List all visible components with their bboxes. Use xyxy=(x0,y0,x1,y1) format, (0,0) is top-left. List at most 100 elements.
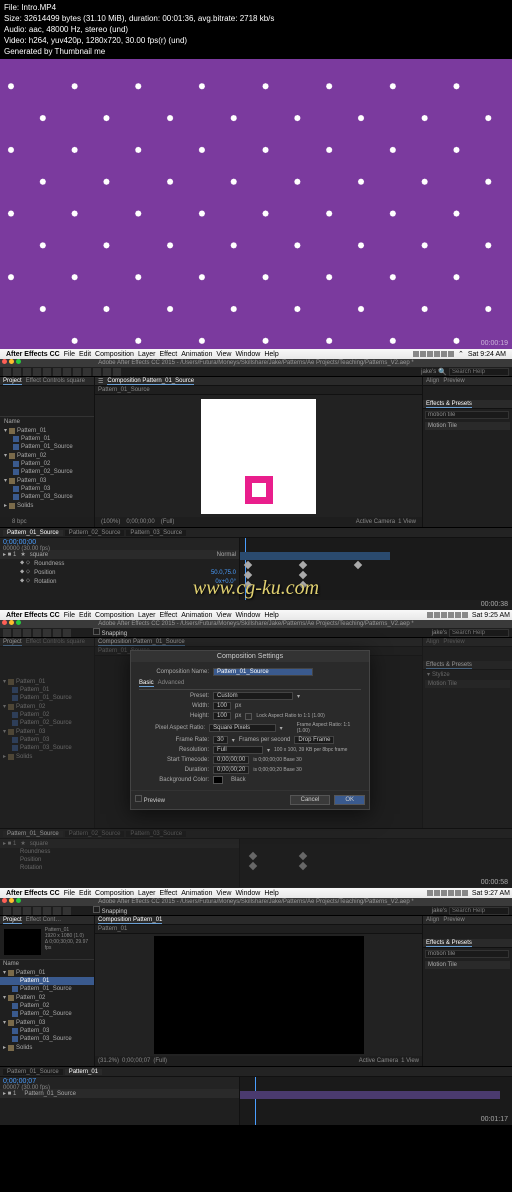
folder-pattern-02[interactable]: ▾Pattern_02 xyxy=(1,451,93,460)
menu-view[interactable]: View xyxy=(216,612,231,619)
comp-pattern-03[interactable]: Pattern_03 xyxy=(1,485,93,493)
clock[interactable]: Sat 9:27 AM xyxy=(472,890,510,897)
app-name[interactable]: After Effects CC xyxy=(6,351,60,358)
effects-presets-tab[interactable]: Effects & Presets xyxy=(426,940,472,947)
zoom-level[interactable]: (31.2%) xyxy=(98,1058,119,1064)
dropframe-select[interactable]: Drop Frame xyxy=(294,736,334,744)
folder-solids[interactable]: ▸Solids xyxy=(1,501,93,510)
menu-window[interactable]: Window xyxy=(235,351,260,358)
resolution-select[interactable]: Full xyxy=(213,746,263,754)
tool-zoom[interactable] xyxy=(23,368,31,376)
tl-tab-3[interactable]: Pattern_03_Source xyxy=(126,831,186,837)
effect-controls-tab[interactable]: Effect Controls square xyxy=(26,639,85,645)
comp-pattern-01[interactable]: Pattern_01 xyxy=(0,686,94,694)
search-help-input[interactable] xyxy=(449,907,509,915)
menu-edit[interactable]: Edit xyxy=(79,351,91,358)
comp-viewer[interactable] xyxy=(95,934,422,1056)
align-tab[interactable]: Align xyxy=(426,639,439,645)
tool-clone[interactable] xyxy=(103,368,111,376)
menu-view[interactable]: View xyxy=(216,890,231,897)
chevron-down-icon[interactable]: ▾ xyxy=(267,747,270,754)
project-tab[interactable]: Project xyxy=(3,917,22,924)
comp-pattern-02[interactable]: Pattern_02 xyxy=(1,460,93,468)
comp-name-label[interactable]: Pattern_01_Source xyxy=(98,387,150,393)
menu-layer[interactable]: Layer xyxy=(138,890,156,897)
chevron-down-icon[interactable]: ▾ xyxy=(280,725,283,732)
menu-file[interactable]: File xyxy=(64,890,75,897)
clock[interactable]: Sat 9:24 AM xyxy=(468,351,506,358)
tool-hand[interactable] xyxy=(13,629,21,637)
align-tab[interactable]: Align xyxy=(426,378,439,384)
menu-help[interactable]: Help xyxy=(264,890,278,897)
duration-input[interactable]: 0;00;00;20 xyxy=(213,766,249,774)
tl-tab-2[interactable]: Pattern_02_Source xyxy=(65,831,125,837)
tool-text[interactable] xyxy=(63,629,71,637)
folder-pattern-01[interactable]: ▾Pattern_01 xyxy=(1,426,93,435)
menu-file[interactable]: File xyxy=(64,612,75,619)
workspace-label[interactable]: jake's xyxy=(432,630,447,636)
bpc-label[interactable]: 8 bpc xyxy=(12,519,27,525)
tool-rotate[interactable] xyxy=(33,629,41,637)
tool-rotate[interactable] xyxy=(33,368,41,376)
tool-brush[interactable] xyxy=(93,368,101,376)
comp-canvas[interactable] xyxy=(201,399,316,514)
menu-composition[interactable]: Composition xyxy=(95,612,134,619)
folder-solids[interactable]: ▸Solids xyxy=(0,752,94,761)
folder-pattern-01[interactable]: ▾Pattern_01 xyxy=(0,968,94,977)
zoom-level[interactable]: (100%) xyxy=(101,519,120,525)
menu-view[interactable]: View xyxy=(216,351,231,358)
tool-hand[interactable] xyxy=(13,907,21,915)
comp-pattern-03-source[interactable]: Pattern_03_Source xyxy=(0,744,94,752)
comp-res[interactable]: (Full) xyxy=(153,1058,167,1064)
prop-position[interactable]: ⬥ ⬦Position50.0,75.0 xyxy=(0,568,239,577)
tool-pan[interactable] xyxy=(53,368,61,376)
effect-motion-tile[interactable]: Motion Tile xyxy=(425,680,510,688)
comp-pattern-03-source[interactable]: Pattern_03_Source xyxy=(0,1035,94,1043)
comp-pattern-03-source[interactable]: Pattern_03_Source xyxy=(1,493,93,501)
menu-edit[interactable]: Edit xyxy=(79,890,91,897)
comp-pattern-03[interactable]: Pattern_03 xyxy=(0,1027,94,1035)
search-help-input[interactable] xyxy=(449,368,509,376)
project-tab[interactable]: Project xyxy=(3,639,22,646)
effect-controls-tab[interactable]: Effect Controls square xyxy=(26,378,85,384)
tab-basic[interactable]: Basic xyxy=(139,680,154,687)
tool-selection[interactable] xyxy=(3,907,11,915)
menu-help[interactable]: Help xyxy=(264,612,278,619)
keyframe-icon[interactable] xyxy=(354,561,362,569)
preset-select[interactable]: Custom xyxy=(213,692,293,700)
tool-shape[interactable] xyxy=(43,629,51,637)
folder-pattern-02[interactable]: ▾Pattern_02 xyxy=(0,702,94,711)
layer-track[interactable] xyxy=(240,1091,500,1099)
chevron-down-icon[interactable]: ▾ xyxy=(232,737,235,744)
menu-effect[interactable]: Effect xyxy=(159,890,177,897)
tool-eraser[interactable] xyxy=(113,368,121,376)
chevron-down-icon[interactable]: ▾ xyxy=(297,693,300,700)
search-help-icon[interactable]: 🔍 xyxy=(438,368,447,376)
ok-button[interactable]: OK xyxy=(334,795,365,805)
comp-pattern-02-source[interactable]: Pattern_02_Source xyxy=(0,719,94,727)
comp-pattern-02[interactable]: Pattern_02 xyxy=(0,1002,94,1010)
width-input[interactable]: 100 xyxy=(213,702,231,710)
tl-tab-1[interactable]: Pattern_01_Source xyxy=(3,530,63,536)
tl-tab-active[interactable]: Pattern_01 xyxy=(65,1069,102,1075)
effect-cat-stylize[interactable]: ▾Stylize xyxy=(423,670,512,679)
folder-pattern-03[interactable]: ▾Pattern_03 xyxy=(0,727,94,736)
tool-shape[interactable] xyxy=(63,368,71,376)
par-select[interactable]: Square Pixels xyxy=(209,724,276,732)
folder-pattern-03[interactable]: ▾Pattern_03 xyxy=(0,1018,94,1027)
active-camera[interactable]: Active Camera xyxy=(356,519,395,525)
comp-pattern-02-source[interactable]: Pattern_02_Source xyxy=(0,1010,94,1018)
tool-text[interactable] xyxy=(63,907,71,915)
tool-pen[interactable] xyxy=(53,629,61,637)
search-help-input[interactable] xyxy=(449,629,509,637)
folder-pattern-02[interactable]: ▾Pattern_02 xyxy=(0,993,94,1002)
keyframe-icon[interactable] xyxy=(249,852,257,860)
menu-help[interactable]: Help xyxy=(264,351,278,358)
comp-tc[interactable]: 0;00;00;07 xyxy=(122,1058,150,1064)
menu-window[interactable]: Window xyxy=(235,890,260,897)
menu-effect[interactable]: Effect xyxy=(159,351,177,358)
blend-mode[interactable]: Normal xyxy=(217,552,236,558)
menu-file[interactable]: File xyxy=(64,351,75,358)
start-tc-input[interactable]: 0;00;00;00 xyxy=(213,756,249,764)
tl-tab-1[interactable]: Pattern_01_Source xyxy=(3,831,63,837)
